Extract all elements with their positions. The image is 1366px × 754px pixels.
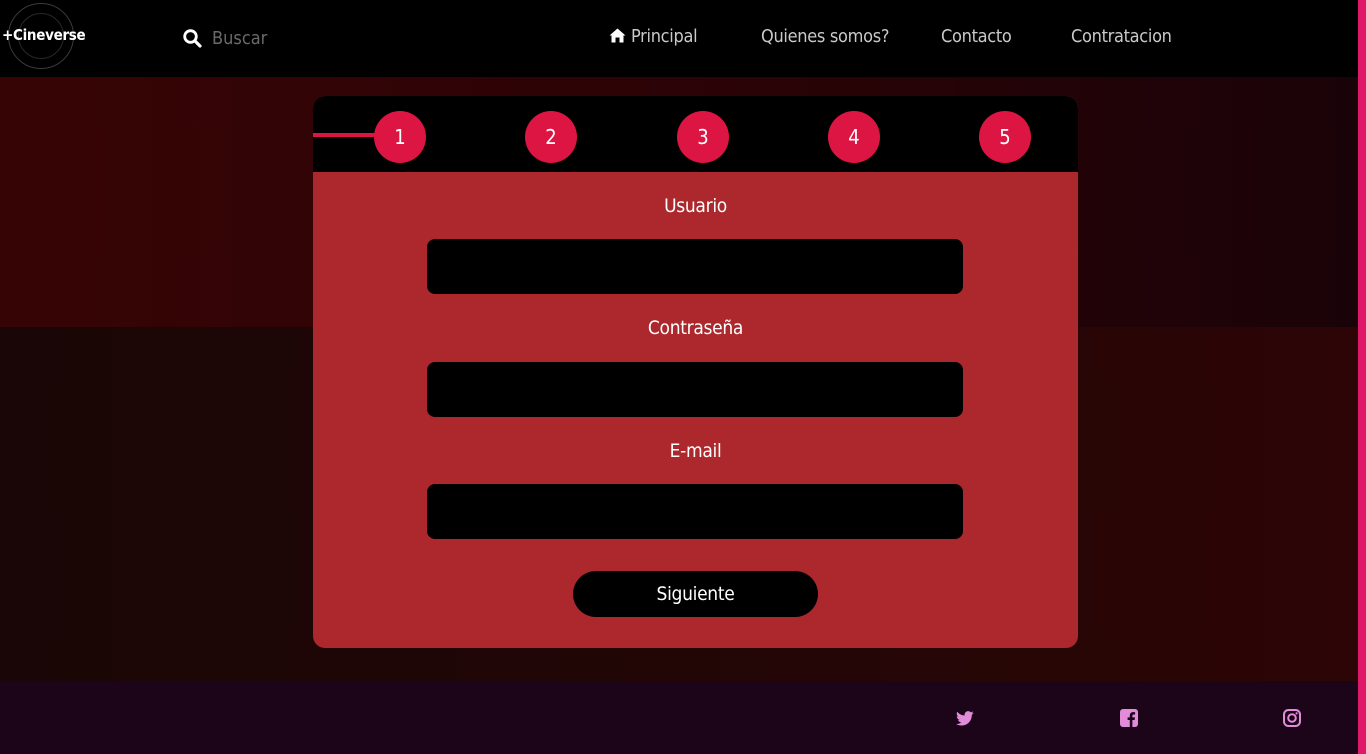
cineverse-logo[interactable]: +Cineverse: [2, 2, 86, 69]
nav-link-contratacion[interactable]: Contratacion: [1071, 26, 1172, 47]
username-field[interactable]: [427, 239, 963, 294]
home-icon: [609, 27, 626, 43]
email-field[interactable]: [427, 484, 963, 539]
vertical-scrollbar[interactable]: [1358, 0, 1366, 754]
password-label: Contraseña: [647, 317, 744, 339]
next-button[interactable]: Siguiente: [573, 571, 818, 617]
navbar: +Cineverse Principal Quienes somos? Cont…: [0, 0, 1358, 77]
step-3[interactable]: 3: [677, 111, 729, 163]
search-input[interactable]: [212, 23, 512, 53]
twitter-icon[interactable]: [956, 709, 974, 727]
step-progress-bar: 1 2 3 4 5: [313, 96, 1078, 172]
registration-card: 1 2 3 4 5 Usuario Contraseña E-mail Sigu…: [313, 96, 1078, 648]
footer: [0, 681, 1358, 754]
step-5[interactable]: 5: [979, 111, 1031, 163]
nav-link-principal[interactable]: Principal: [609, 26, 698, 47]
search-icon[interactable]: [183, 29, 202, 48]
nav-link-contacto[interactable]: Contacto: [941, 26, 1012, 47]
username-label: Usuario: [664, 195, 727, 217]
step-4[interactable]: 4: [828, 111, 880, 163]
nav-link-quienes-somos[interactable]: Quienes somos?: [761, 26, 889, 47]
facebook-icon[interactable]: [1120, 709, 1138, 727]
email-label: E-mail: [669, 440, 722, 462]
logo-text: +Cineverse: [2, 26, 86, 44]
step-2[interactable]: 2: [525, 111, 577, 163]
password-field[interactable]: [427, 362, 963, 417]
instagram-icon[interactable]: [1283, 709, 1301, 727]
nav-link-principal-label: Principal: [631, 26, 698, 47]
step-1[interactable]: 1: [374, 111, 426, 163]
